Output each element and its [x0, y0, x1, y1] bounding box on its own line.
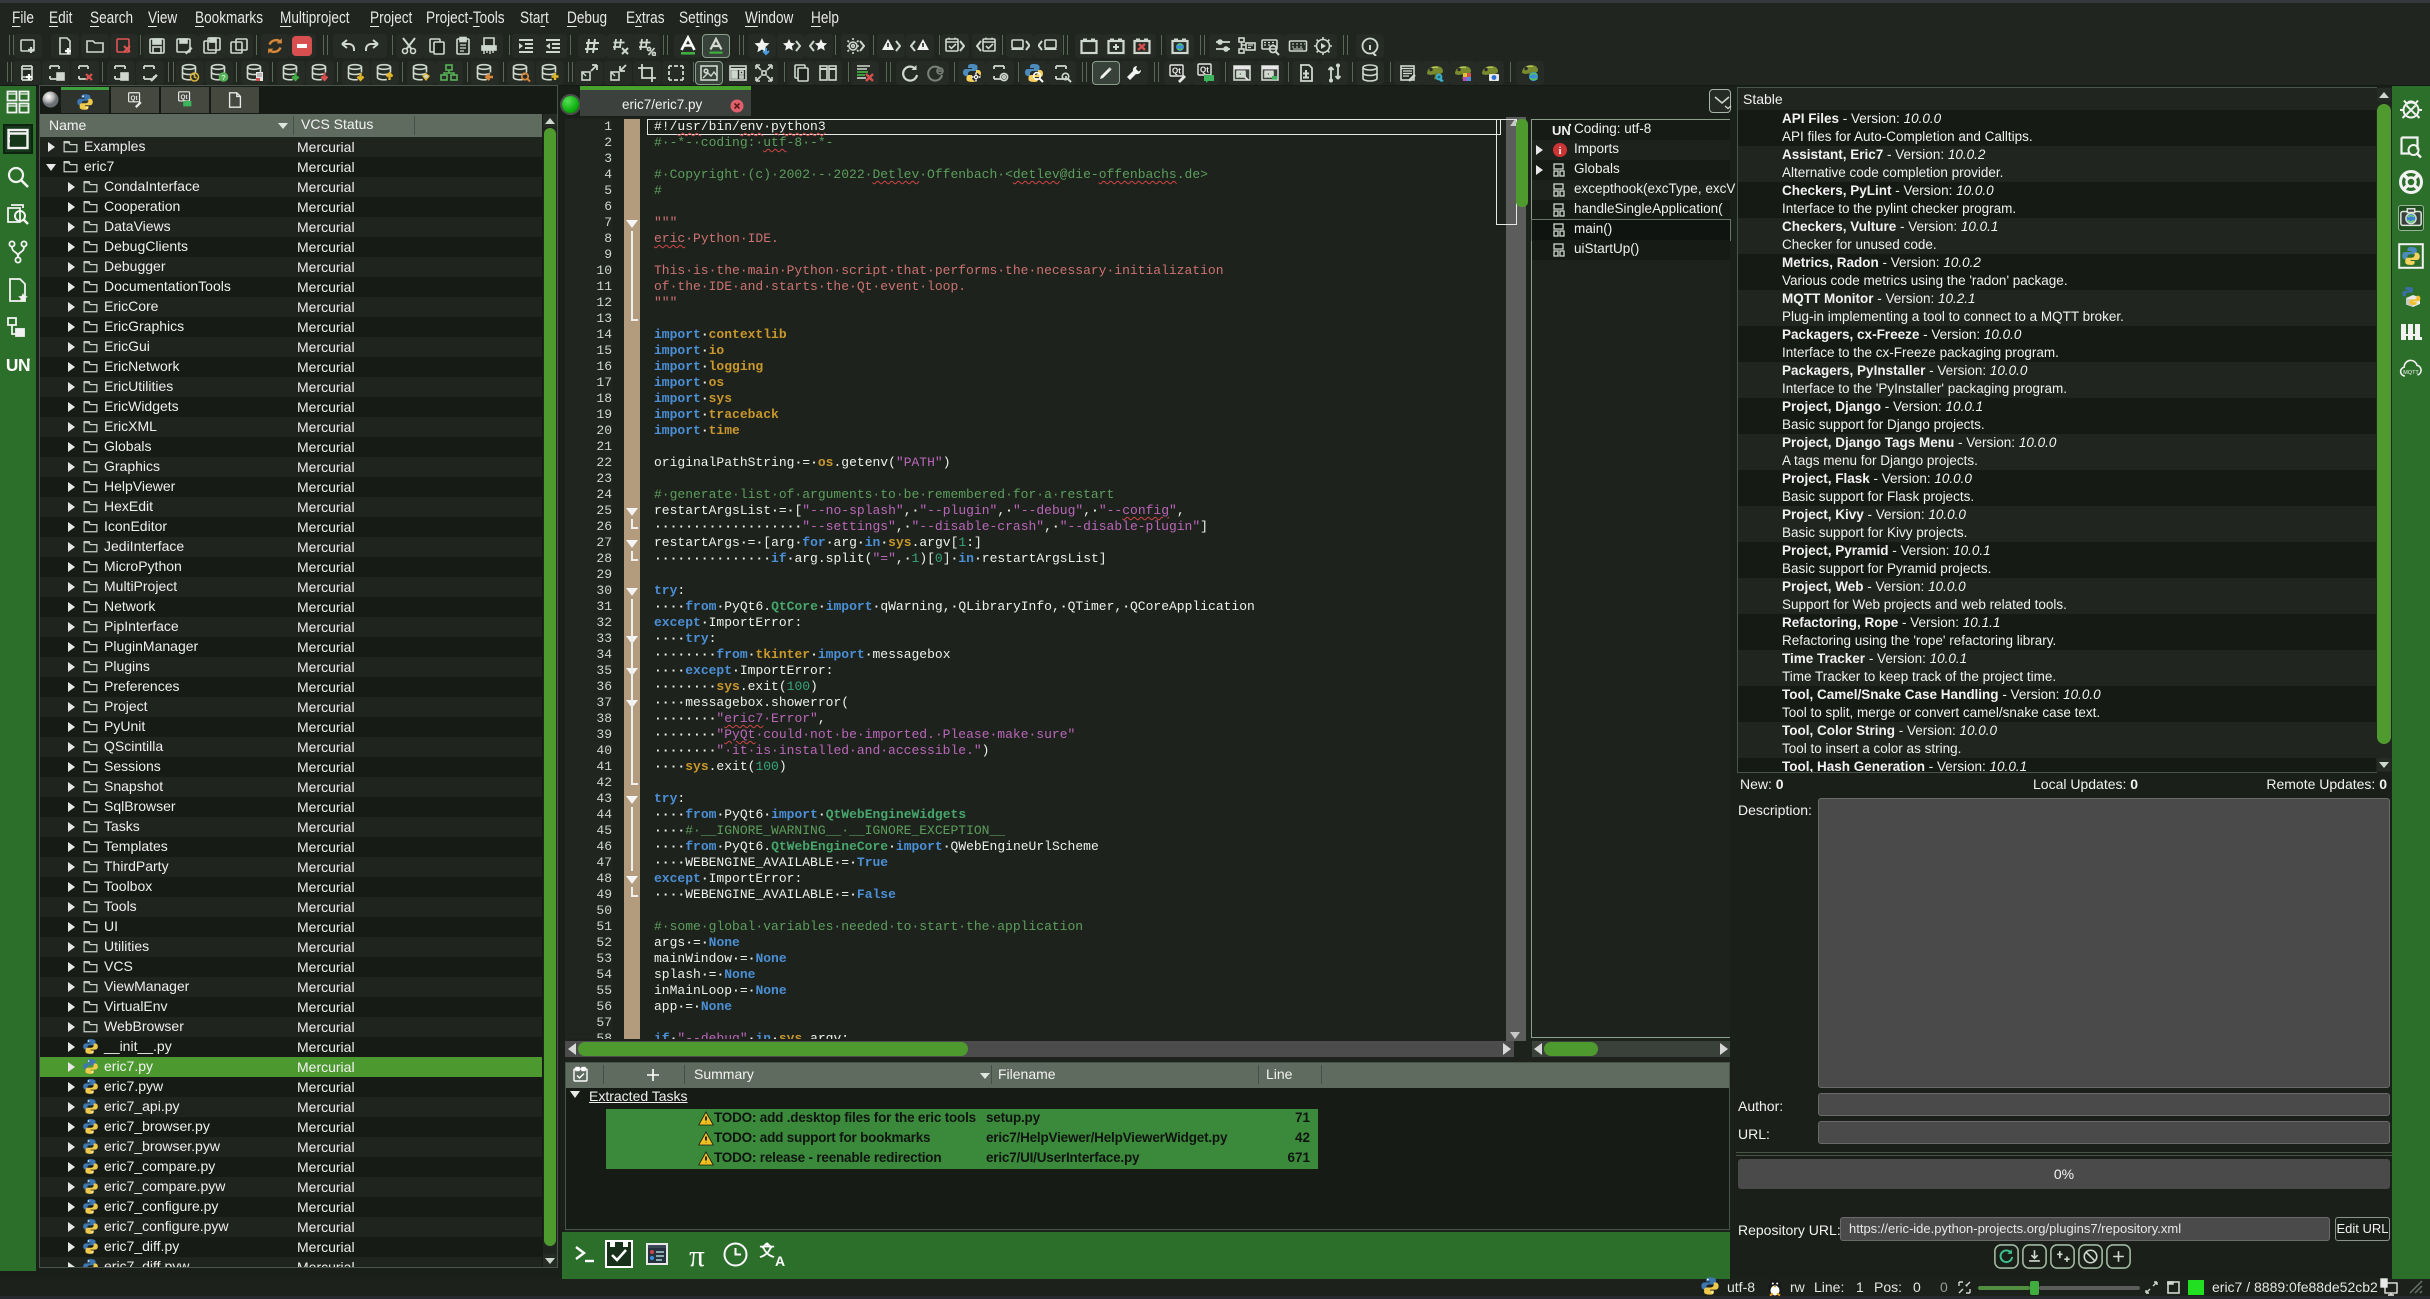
svg-text:MQTT: MQTT	[2403, 370, 2419, 376]
svg-text:UN: UN	[1552, 123, 1571, 138]
svg-text:N: N	[18, 355, 31, 375]
svg-text:[Qt]: [Qt]	[1237, 72, 1246, 78]
svg-text:Qt: Qt	[1172, 67, 1181, 76]
svg-text:A: A	[775, 1253, 785, 1269]
svg-text:Qt: Qt	[181, 94, 189, 101]
svg-text:文: 文	[759, 1242, 775, 1260]
svg-text:U: U	[6, 355, 19, 375]
svg-text:?: ?	[221, 73, 225, 82]
svg-text:π: π	[689, 1241, 705, 1271]
svg-text:Qt: Qt	[1200, 66, 1209, 75]
svg-text:i: i	[1559, 146, 1562, 157]
svg-text:Qt: Qt	[131, 95, 139, 102]
